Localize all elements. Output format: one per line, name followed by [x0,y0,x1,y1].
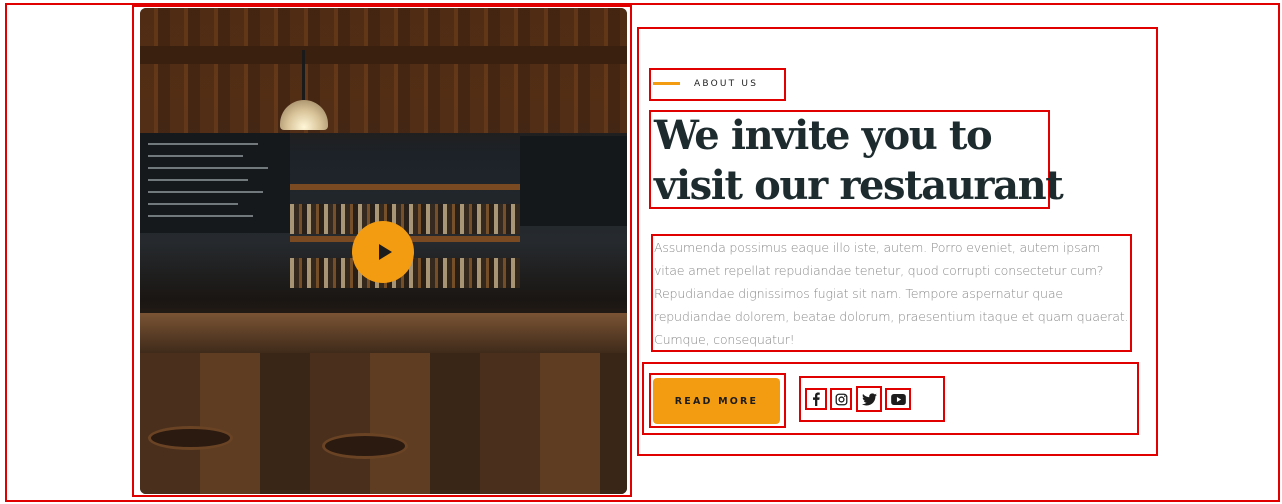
facebook-icon [813,392,820,406]
page-title: We invite you to visit our restaurant [654,111,1064,211]
instagram-link[interactable] [830,388,852,410]
read-more-button[interactable]: READ MORE [653,378,780,424]
youtube-icon [890,393,906,405]
bar-front-panel [140,353,627,494]
play-icon [378,244,392,260]
twitter-link[interactable] [856,386,882,412]
instagram-icon [835,393,847,405]
photo-beam [140,46,627,64]
bar-counter [140,313,627,353]
bar-stool [148,426,233,450]
bar-shelf [290,184,520,190]
about-paragraph: Assumenda possimus eaque illo iste, aute… [654,240,1129,347]
title-line-2: visit our restaurant [654,162,1064,209]
accent-line [653,82,680,85]
chalkboard-menu [140,133,290,233]
twitter-icon [861,392,877,405]
pendant-lamp [280,50,328,130]
title-line-1: We invite you to [654,112,993,159]
section-eyebrow: ABOUT US [694,79,759,89]
bar-stool [322,433,408,459]
chalkboard-specials [520,136,627,226]
facebook-link[interactable] [805,388,827,410]
youtube-link[interactable] [885,388,911,410]
play-video-button[interactable] [352,221,414,283]
photo-ceiling [140,8,627,133]
